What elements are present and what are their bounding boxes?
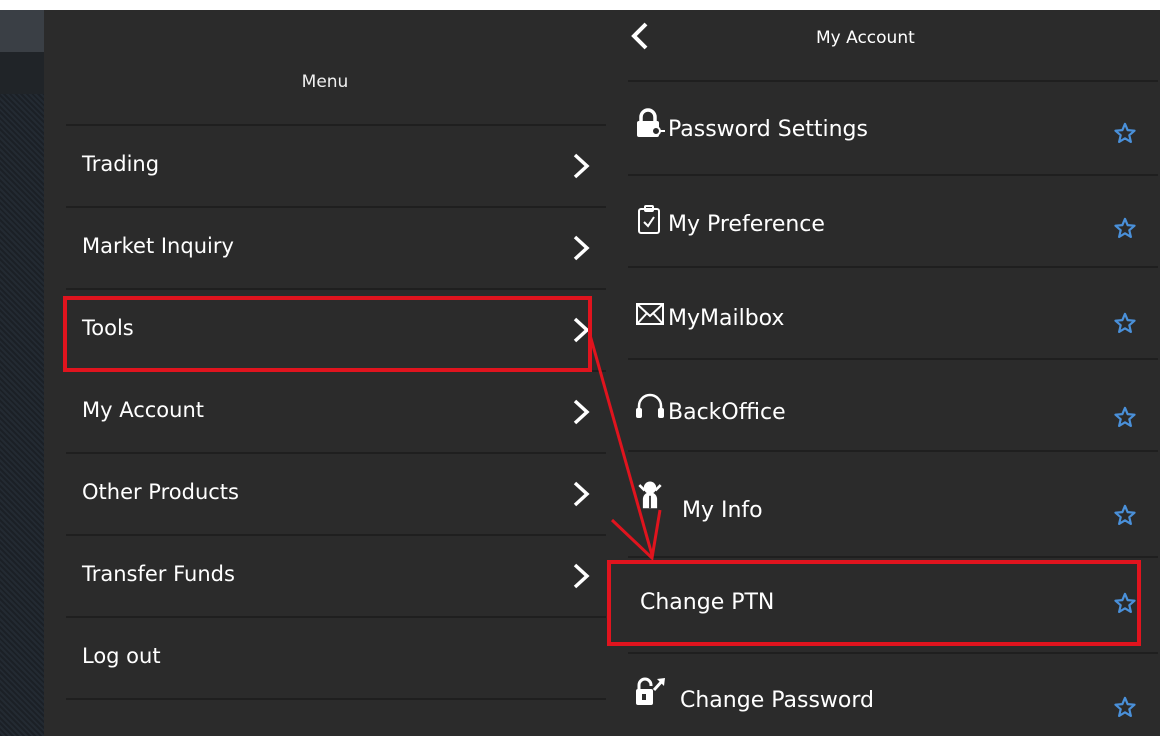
chevron-right-icon xyxy=(573,153,590,179)
background-header xyxy=(0,10,44,52)
account-item-label: MyMailbox xyxy=(668,306,785,331)
screenshot-stage: Menu Trading Market Inquiry Tools My Acc… xyxy=(0,0,1160,736)
account-item-label: Password Settings xyxy=(668,117,868,142)
background-app-strip xyxy=(0,10,44,736)
menu-item-trading[interactable]: Trading xyxy=(66,126,606,206)
favorite-star-icon[interactable] xyxy=(1114,406,1136,428)
headset-icon xyxy=(636,393,664,418)
account-item-password-settings[interactable]: Password Settings xyxy=(628,82,1158,172)
account-item-backoffice[interactable]: BackOffice xyxy=(628,360,1158,450)
menu-item-market-inquiry[interactable]: Market Inquiry xyxy=(66,208,606,288)
divider xyxy=(66,698,606,700)
favorite-star-icon[interactable] xyxy=(1114,504,1136,526)
menu-item-label: Market Inquiry xyxy=(82,234,234,258)
menu-item-label: Trading xyxy=(82,152,160,176)
menu-title: Menu xyxy=(301,72,349,92)
lock-arrow-icon xyxy=(636,677,665,705)
account-item-label: Change Password xyxy=(680,688,874,713)
account-item-label: BackOffice xyxy=(668,400,786,425)
favorite-star-icon[interactable] xyxy=(1114,122,1136,144)
chevron-right-icon xyxy=(573,399,590,425)
chevron-right-icon xyxy=(573,563,590,589)
account-item-my-info[interactable]: My Info xyxy=(628,452,1158,542)
menu-item-label: Other Products xyxy=(82,480,239,504)
menu-item-log-out[interactable]: Log out xyxy=(66,618,606,698)
menu-item-my-account[interactable]: My Account xyxy=(66,372,606,452)
account-item-label: My Preference xyxy=(668,212,825,237)
account-panel: My Account Password Settings My Preferen… xyxy=(606,10,1160,736)
menu-item-label: Transfer Funds xyxy=(82,562,235,586)
favorite-star-icon[interactable] xyxy=(1114,217,1136,239)
menu-item-label: Log out xyxy=(82,644,161,668)
chevron-right-icon xyxy=(573,481,590,507)
person-icon xyxy=(638,481,662,509)
menu-item-transfer-funds[interactable]: Transfer Funds xyxy=(66,536,606,616)
menu-item-label: My Account xyxy=(82,398,205,422)
background-subheader xyxy=(0,52,44,94)
account-item-mymailbox[interactable]: MyMailbox xyxy=(628,268,1158,358)
clipboard-check-icon xyxy=(638,205,660,234)
favorite-star-icon[interactable] xyxy=(1114,312,1136,334)
account-item-label: My Info xyxy=(682,498,763,523)
account-item-change-password[interactable]: Change Password xyxy=(628,654,1158,736)
back-chevron-icon[interactable] xyxy=(628,18,654,58)
favorite-star-icon[interactable] xyxy=(1114,592,1136,614)
menu-item-other-products[interactable]: Other Products xyxy=(66,454,606,534)
account-title: My Account xyxy=(816,28,915,48)
account-item-label: Change PTN xyxy=(640,590,775,615)
chevron-right-icon xyxy=(573,317,590,343)
menu-item-label: Tools xyxy=(82,316,134,340)
envelope-icon xyxy=(636,303,664,325)
lock-key-icon xyxy=(637,108,665,137)
account-item-my-preference[interactable]: My Preference xyxy=(628,176,1158,266)
favorite-star-icon[interactable] xyxy=(1114,696,1136,718)
menu-panel: Menu Trading Market Inquiry Tools My Acc… xyxy=(44,10,606,736)
chevron-right-icon xyxy=(573,235,590,261)
account-item-change-ptn[interactable]: Change PTN xyxy=(628,558,1158,648)
menu-item-tools[interactable]: Tools xyxy=(66,290,606,370)
